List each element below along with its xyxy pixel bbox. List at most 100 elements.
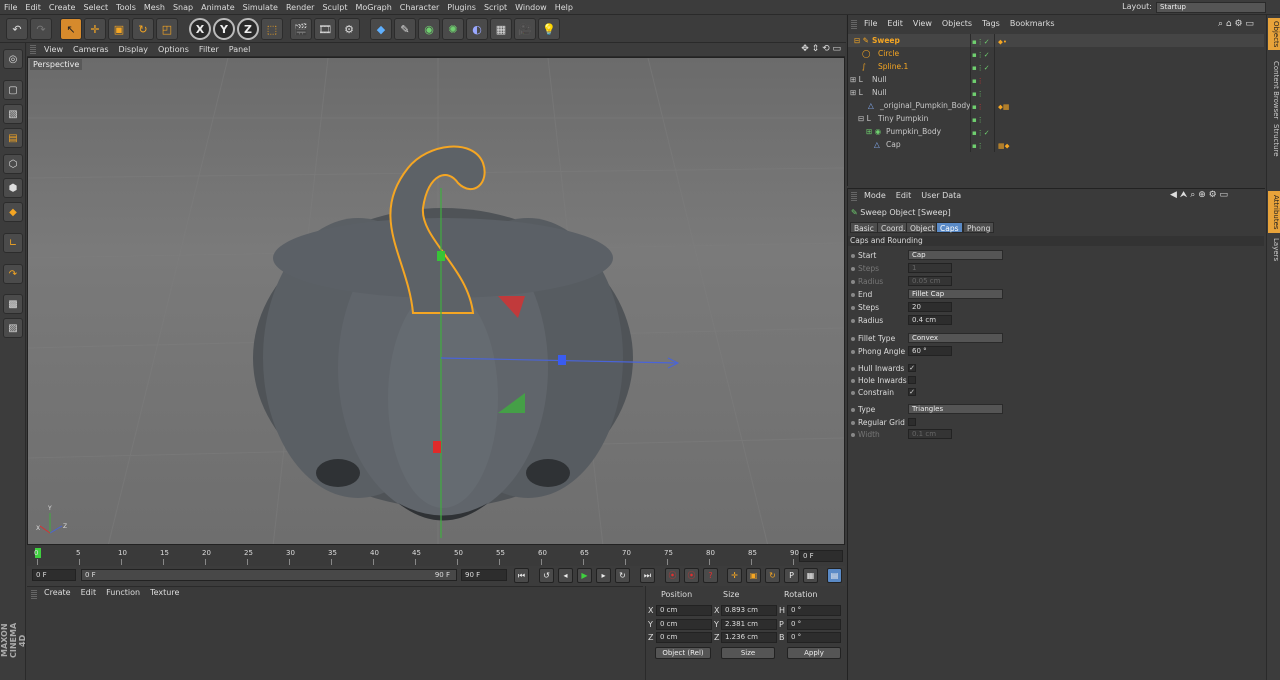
undo-icon[interactable]: ↶ <box>6 18 28 40</box>
coord-mode-select[interactable]: Object (Rel) <box>655 647 711 659</box>
material-menu-edit[interactable]: Edit <box>76 588 102 597</box>
menu-mesh[interactable]: Mesh <box>140 0 169 15</box>
radius-start-field[interactable]: 0.05 cm <box>908 276 952 286</box>
steps-start-field[interactable]: 1 <box>908 263 952 273</box>
planar-workplane-icon[interactable]: ▨ <box>3 318 23 338</box>
object-row-null-2[interactable]: ⊞ L Null <box>848 86 1264 99</box>
texture-mode-icon[interactable]: ▧ <box>3 104 23 124</box>
start-frame-field[interactable]: 0 F <box>32 569 76 581</box>
play-icon[interactable]: ▶ <box>577 568 592 583</box>
object-row-null-1[interactable]: ⊞ L Null <box>848 73 1264 86</box>
menu-edit[interactable]: Edit <box>21 0 45 15</box>
keyframe-selection-icon[interactable]: ? <box>703 568 718 583</box>
object-menu-file[interactable]: File <box>859 18 882 29</box>
menu-plugins[interactable]: Plugins <box>443 0 480 15</box>
x-axis-lock-icon[interactable]: X <box>189 18 211 40</box>
material-menu-function[interactable]: Function <box>101 588 145 597</box>
y-axis-lock-icon[interactable]: Y <box>213 18 235 40</box>
end-dropdown[interactable]: Fillet Cap <box>908 289 1003 299</box>
tab-coord[interactable]: Coord. <box>877 222 910 233</box>
side-tab-content-browser[interactable]: Content Browser <box>1268 55 1280 125</box>
regular-grid-checkbox[interactable] <box>908 418 916 426</box>
record-keys-icon[interactable]: ⦿ <box>665 568 680 583</box>
attribute-menu-edit[interactable]: Edit <box>891 191 917 200</box>
end-frame-field[interactable]: 90 F <box>461 569 507 581</box>
object-menu-bookmarks[interactable]: Bookmarks <box>1005 18 1060 29</box>
scale-icon[interactable]: ▣ <box>108 18 130 40</box>
menu-mograph[interactable]: MoGraph <box>351 0 395 15</box>
locked-workplane-icon[interactable]: ▩ <box>3 294 23 314</box>
z-axis-lock-icon[interactable]: Z <box>237 18 259 40</box>
timeline-layout-icon[interactable]: ▤ <box>827 568 842 583</box>
menu-help[interactable]: Help <box>551 0 577 15</box>
go-to-start-icon[interactable]: ⏮ <box>514 568 529 583</box>
go-to-end-icon[interactable]: ⏭ <box>640 568 655 583</box>
visibility-flags[interactable]: ▪⋮✓ ▪⋮✓ ▪⋮✓ ▪⋮ ▪⋮ ▪⋮ ▪⋮ ▪⋮✓ ▪⋮ <box>972 36 990 153</box>
material-menu-create[interactable]: Create <box>39 588 76 597</box>
position-z-field[interactable]: 0 cm <box>656 632 712 643</box>
menu-select[interactable]: Select <box>79 0 112 15</box>
radius-end-field[interactable]: 0.4 cm <box>908 315 952 325</box>
render-picture-viewer-icon[interactable]: 🎞 <box>314 18 336 40</box>
object-row-pumpkin-body[interactable]: ⊞ ◉ Pumpkin_Body <box>848 125 1264 138</box>
attribute-menu-user-data[interactable]: User Data <box>916 191 966 200</box>
size-x-field[interactable]: 0.893 cm <box>721 605 777 616</box>
menu-script[interactable]: Script <box>480 0 511 15</box>
polygons-mode-icon[interactable]: ◆ <box>3 202 23 222</box>
menu-sculpt[interactable]: Sculpt <box>318 0 351 15</box>
coord-size-select[interactable]: Size <box>721 647 775 659</box>
make-editable-icon[interactable]: ◎ <box>3 49 23 69</box>
rotate-icon[interactable]: ↻ <box>132 18 154 40</box>
subdivision-surface-icon[interactable]: ◉ <box>418 18 440 40</box>
menu-animate[interactable]: Animate <box>197 0 239 15</box>
key-position-icon[interactable]: ✛ <box>727 568 742 583</box>
timeline-ruler[interactable]: 0 5 10 15 20 25 30 35 40 45 50 55 60 65 70 75 80 85 90 0 F <box>27 546 845 566</box>
recent-tools-icon[interactable]: ◰ <box>156 18 178 40</box>
position-x-field[interactable]: 0 cm <box>656 605 712 616</box>
constrain-checkbox[interactable]: ✓ <box>908 388 916 396</box>
camera-icon[interactable]: 🎥 <box>514 18 536 40</box>
render-view-icon[interactable]: 🎬 <box>290 18 312 40</box>
side-tab-objects[interactable]: Objects <box>1268 18 1280 50</box>
key-scale-icon[interactable]: ▣ <box>746 568 761 583</box>
object-menu-edit[interactable]: Edit <box>882 18 908 29</box>
viewport-menu-view[interactable]: View <box>39 43 68 57</box>
rotation-h-field[interactable]: 0 ° <box>787 605 841 616</box>
key-pla-icon[interactable]: ▦ <box>803 568 818 583</box>
menu-window[interactable]: Window <box>511 0 551 15</box>
autokey-icon[interactable]: ⦿ <box>684 568 699 583</box>
menu-snap[interactable]: Snap <box>169 0 197 15</box>
axis-mode-icon[interactable]: ∟ <box>3 233 23 253</box>
object-row-original-pumpkin[interactable]: △ _original_Pumpkin_Body <box>848 99 1264 112</box>
side-tab-structure[interactable]: Structure <box>1268 120 1280 160</box>
menu-tools[interactable]: Tools <box>112 0 140 15</box>
next-key-icon[interactable]: ↻ <box>615 568 630 583</box>
object-row-spline[interactable]: ∫ Spline.1 <box>848 60 1264 73</box>
live-selection-icon[interactable]: ↖ <box>60 18 82 40</box>
object-manager-nav-icons[interactable]: ⌕ ⌂ ⚙ ▭ <box>1218 19 1254 29</box>
phong-angle-field[interactable]: 60 ° <box>908 346 952 356</box>
rotation-p-field[interactable]: 0 ° <box>787 619 841 630</box>
viewport-menu-panel[interactable]: Panel <box>224 43 256 57</box>
viewport-menu-options[interactable]: Options <box>153 43 194 57</box>
menu-render[interactable]: Render <box>282 0 318 15</box>
preview-range-slider[interactable]: 0 F 90 F <box>81 569 457 581</box>
array-icon[interactable]: ✺ <box>442 18 464 40</box>
apply-button[interactable]: Apply <box>787 647 841 659</box>
redo-icon[interactable]: ↷ <box>30 18 52 40</box>
viewport-menu-filter[interactable]: Filter <box>194 43 224 57</box>
cube-object-icon[interactable]: ◆ <box>370 18 392 40</box>
menu-create[interactable]: Create <box>45 0 80 15</box>
object-menu-objects[interactable]: Objects <box>937 18 977 29</box>
coordinate-system-icon[interactable]: ⬚ <box>261 18 283 40</box>
viewport-menu-display[interactable]: Display <box>114 43 154 57</box>
points-mode-icon[interactable]: ⬡ <box>3 154 23 174</box>
attribute-nav-icons[interactable]: ◀ ⮝ ⌕ ⊕ ⚙ ▭ <box>1170 190 1228 200</box>
render-settings-icon[interactable]: ⚙ <box>338 18 360 40</box>
previous-frame-icon[interactable]: ◂ <box>558 568 573 583</box>
key-parameter-icon[interactable]: P <box>784 568 799 583</box>
snapping-icon[interactable]: ↷ <box>3 264 23 284</box>
light-icon[interactable]: 💡 <box>538 18 560 40</box>
floor-icon[interactable]: ▦ <box>490 18 512 40</box>
model-mode-icon[interactable]: ▢ <box>3 80 23 100</box>
